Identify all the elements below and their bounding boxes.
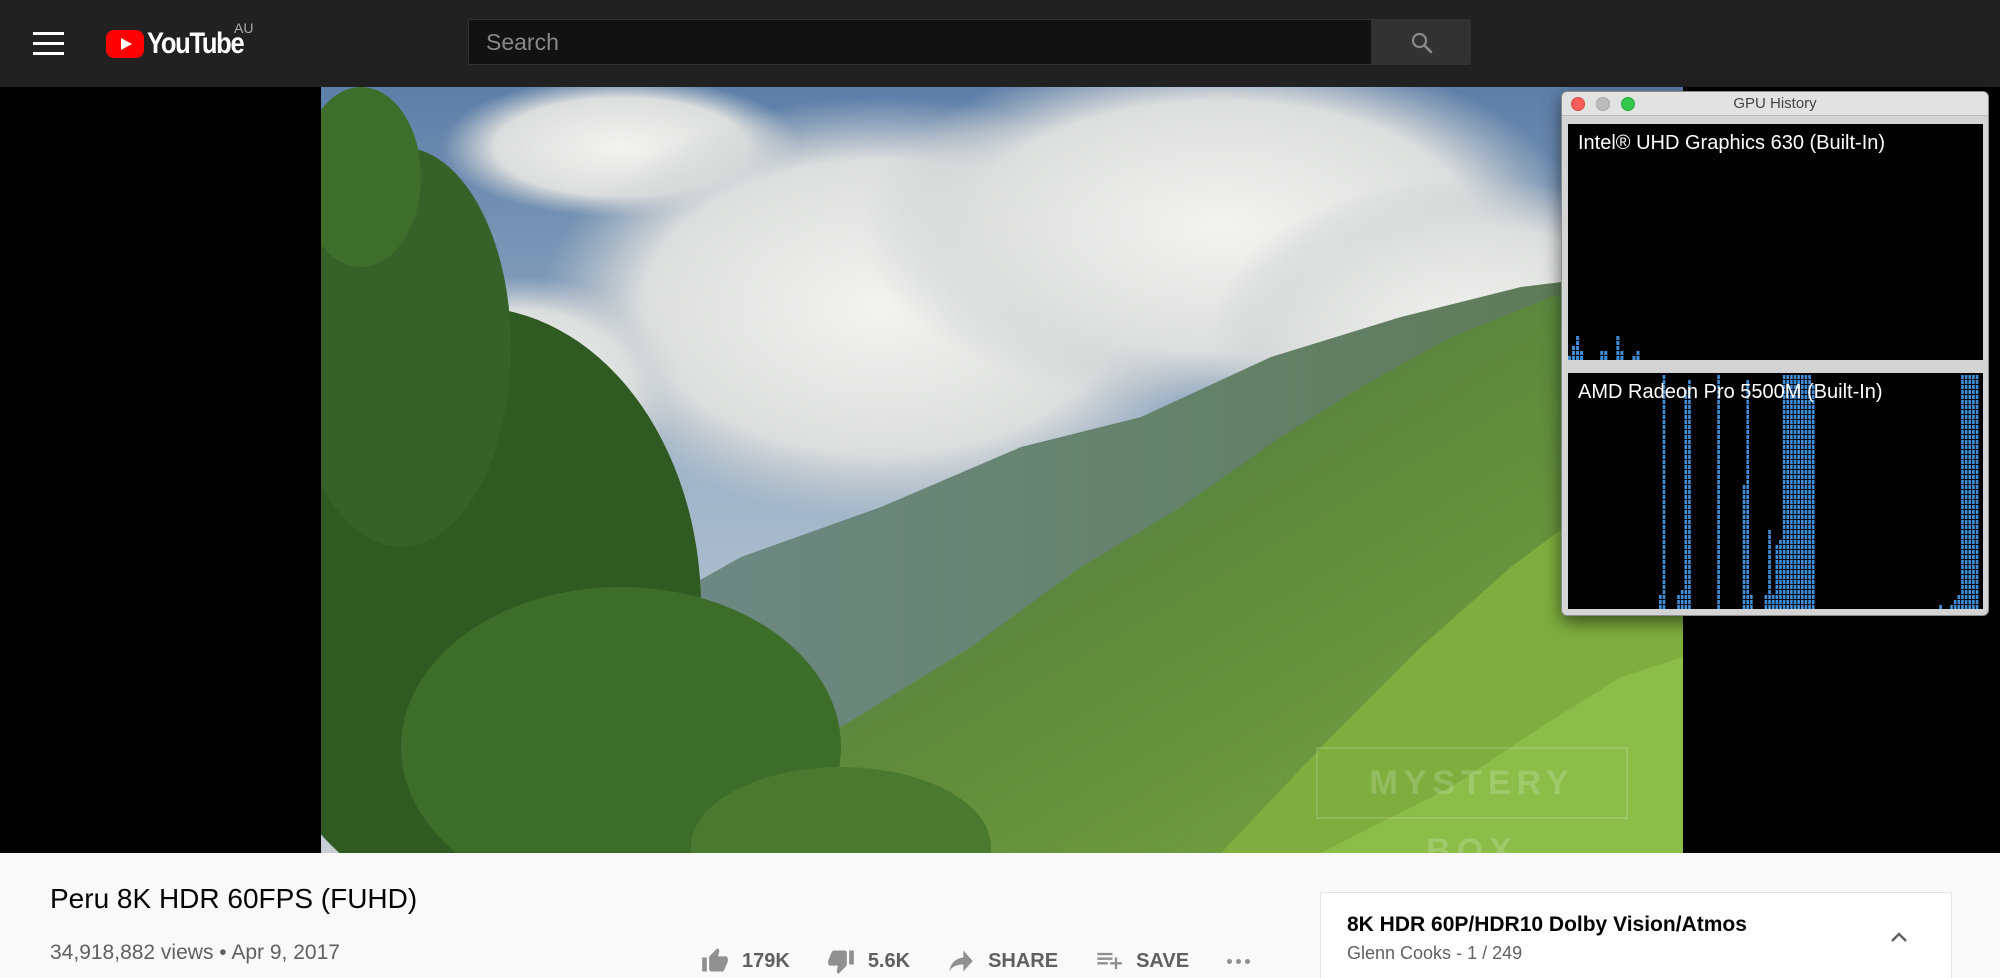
search-input[interactable] <box>469 20 1371 64</box>
like-button[interactable]: 179K <box>700 947 790 975</box>
playlist-panel[interactable]: 8K HDR 60P/HDR10 Dolby Vision/Atmos Glen… <box>1320 892 1952 978</box>
youtube-logo[interactable]: YouTube AU <box>106 20 260 66</box>
gpu-usage-bar <box>1939 605 1942 609</box>
gpu-usage-bar <box>1790 375 1793 609</box>
gpu-usage-bar <box>1750 595 1753 609</box>
gpu-usage-bar <box>1688 380 1691 609</box>
gpu-usage-bar <box>1961 375 1964 609</box>
playlist-position: 1 / 249 <box>1467 943 1523 963</box>
gpu-usage-bar <box>1975 375 1979 609</box>
gpu-usage-bar <box>1742 485 1746 609</box>
share-icon <box>949 950 973 972</box>
video-scene <box>321 87 1683 853</box>
gpu-usage-bar <box>1957 595 1961 609</box>
hamburger-menu-icon[interactable] <box>30 28 66 58</box>
gpu-usage-bar <box>1775 545 1779 609</box>
gpu-usage-bar <box>1600 351 1604 360</box>
masthead: YouTube AU <box>0 0 2000 87</box>
meta-separator: • <box>219 941 227 964</box>
gpu-usage-bar <box>1636 351 1640 360</box>
gpu-usage-bar <box>1793 375 1797 609</box>
gpu-usage-bar <box>1811 385 1815 609</box>
chevron-up-icon[interactable] <box>1887 925 1911 949</box>
video-watermark: MYSTERY BOX <box>1316 747 1628 853</box>
gpu-usage-bar <box>1964 375 1968 609</box>
gpu-usage-bar <box>1572 346 1576 360</box>
playlist-title: 8K HDR 60P/HDR10 Dolby Vision/Atmos <box>1347 913 1747 936</box>
dislike-count: 5.6K <box>867 949 911 972</box>
playlist-add-icon <box>1097 952 1122 970</box>
publish-date: Apr 9, 2017 <box>231 941 340 964</box>
gpu-usage-bar <box>1746 380 1750 609</box>
gpu-usage-bar <box>1800 375 1804 609</box>
save-label: SAVE <box>1136 949 1190 972</box>
save-button[interactable]: SAVE <box>1094 947 1189 975</box>
more-icon[interactable] <box>1225 958 1252 964</box>
search-icon <box>1411 32 1433 54</box>
gpu-usage-chart <box>1568 336 1640 360</box>
gpu-graph-amd: AMD Radeon Pro 5500M (Built-In) <box>1568 373 1983 609</box>
action-bar: 179K 5.6K SHARE SAVE <box>700 943 1252 978</box>
gpu-usage-bar <box>1604 351 1608 360</box>
playlist-separator: - <box>1456 943 1463 963</box>
logo-text: YouTube <box>147 27 245 60</box>
playlist-subtitle: Glenn Cooks - 1 / 249 <box>1347 943 1522 964</box>
window-title: GPU History <box>1733 95 1817 112</box>
thumb-down-icon <box>827 950 854 974</box>
gpu-name-intel: Intel® UHD Graphics 630 (Built-In) <box>1578 132 1886 154</box>
country-code: AU <box>234 20 254 36</box>
video-frame[interactable]: MYSTERY BOX <box>321 87 1683 853</box>
gpu-graph-intel: Intel® UHD Graphics 630 (Built-In) <box>1568 124 1983 360</box>
gpu-usage-bar <box>1568 356 1572 360</box>
search-button[interactable] <box>1371 19 1471 65</box>
gpu-usage-bar <box>1771 595 1775 609</box>
gpu-usage-bar <box>1659 595 1662 609</box>
gpu-usage-bar <box>1950 605 1953 609</box>
search-box <box>468 19 1372 65</box>
youtube-play-icon <box>106 30 144 58</box>
video-title: Peru 8K HDR 60FPS (FUHD) <box>50 883 418 914</box>
gpu-usage-bar <box>1972 375 1975 609</box>
gpu-usage-bar <box>1764 595 1768 609</box>
playlist-owner: Glenn Cooks <box>1347 943 1452 963</box>
gpu-usage-bar <box>1804 375 1808 609</box>
gpu-usage-bar <box>1768 530 1771 609</box>
gpu-usage-bar <box>1968 375 1972 609</box>
gpu-usage-bar <box>1684 390 1688 609</box>
view-count: 34,918,882 views <box>50 941 214 964</box>
video-info: Peru 8K HDR 60FPS (FUHD) 34,918,882 view… <box>0 853 2000 978</box>
gpu-usage-chart <box>1659 375 1979 609</box>
gpu-usage-bar <box>1632 356 1636 360</box>
gpu-usage-bar <box>1580 351 1584 360</box>
gpu-usage-bar <box>1680 590 1684 609</box>
gpu-history-window[interactable]: GPU History Intel® UHD Graphics 630 (Bui… <box>1561 91 1989 616</box>
gpu-usage-bar <box>1782 375 1786 609</box>
window-titlebar[interactable]: GPU History <box>1562 92 1988 116</box>
gpu-usage-bar <box>1953 600 1957 609</box>
dislike-button[interactable]: 5.6K <box>826 947 910 975</box>
gpu-usage-bar <box>1662 375 1666 609</box>
gpu-usage-bar <box>1786 375 1790 609</box>
gpu-usage-bar <box>1797 375 1800 609</box>
like-count: 179K <box>742 949 790 972</box>
gpu-usage-bar <box>1616 336 1620 360</box>
thumb-up-icon <box>702 948 728 972</box>
share-label: SHARE <box>988 949 1059 972</box>
share-button[interactable]: SHARE <box>946 947 1058 975</box>
gpu-name-amd: AMD Radeon Pro 5500M (Built-In) <box>1578 381 1883 403</box>
page: YouTube AU Search MYSTERY BOX GPU Histor… <box>0 0 2000 978</box>
gpu-usage-bar <box>1779 540 1782 609</box>
video-player: MYSTERY BOX GPU History Intel® UHD Graph… <box>0 87 2000 853</box>
gpu-usage-bar <box>1576 336 1580 360</box>
gpu-usage-bar <box>1808 375 1811 609</box>
gpu-usage-bar <box>1677 595 1680 609</box>
gpu-usage-bar <box>1717 375 1720 609</box>
gpu-usage-bar <box>1620 351 1624 360</box>
video-meta: 34,918,882 views • Apr 9, 2017 <box>50 941 340 965</box>
